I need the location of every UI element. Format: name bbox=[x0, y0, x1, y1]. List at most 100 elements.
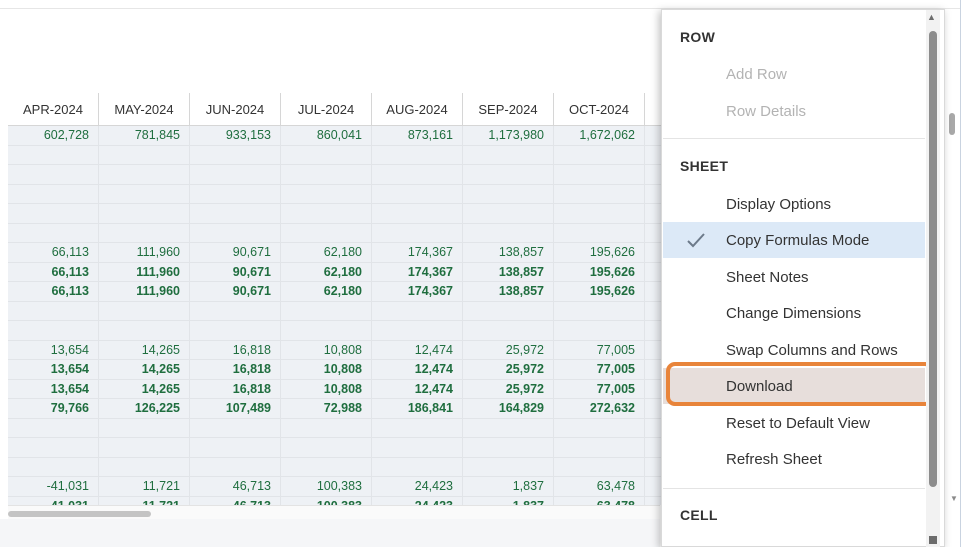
table-cell[interactable]: 11,721 bbox=[99, 477, 190, 496]
table-cell[interactable]: 602,728 bbox=[8, 126, 99, 145]
table-cell[interactable] bbox=[554, 321, 645, 340]
table-cell[interactable]: 90,671 bbox=[190, 282, 281, 301]
table-cell[interactable]: 873,161 bbox=[372, 126, 463, 145]
table-cell[interactable]: 63,478 bbox=[554, 496, 645, 505]
table-cell[interactable]: 126,225 bbox=[99, 399, 190, 418]
table-cell[interactable]: 14,265 bbox=[99, 340, 190, 359]
table-cell[interactable]: 77,005 bbox=[554, 360, 645, 379]
table-cell[interactable]: -41,031 bbox=[8, 477, 99, 496]
table-cell[interactable]: 16,818 bbox=[190, 340, 281, 359]
table-cell[interactable] bbox=[372, 301, 463, 320]
menu-item-refresh-sheet[interactable]: Refresh Sheet bbox=[663, 441, 925, 477]
table-cell[interactable] bbox=[8, 204, 99, 223]
column-header[interactable]: SEP-2024 bbox=[463, 93, 554, 125]
table-cell[interactable]: 933,153 bbox=[190, 126, 281, 145]
table-cell[interactable]: 79,766 bbox=[8, 399, 99, 418]
table-cell[interactable] bbox=[99, 418, 190, 437]
table-cell[interactable]: 111,960 bbox=[99, 262, 190, 281]
table-cell[interactable]: 24,423 bbox=[372, 477, 463, 496]
table-cell[interactable] bbox=[554, 184, 645, 203]
table-cell[interactable] bbox=[8, 301, 99, 320]
table-cell[interactable] bbox=[190, 145, 281, 164]
table-cell[interactable] bbox=[99, 457, 190, 476]
column-header[interactable]: OCT-2024 bbox=[554, 93, 645, 125]
table-cell[interactable]: 11,721 bbox=[99, 496, 190, 505]
table-cell[interactable]: 195,626 bbox=[554, 282, 645, 301]
table-cell[interactable] bbox=[554, 457, 645, 476]
table-cell[interactable]: 63,478 bbox=[554, 477, 645, 496]
table-cell[interactable]: -41,031 bbox=[8, 496, 99, 505]
table-cell[interactable]: 10,808 bbox=[281, 340, 372, 359]
table-cell[interactable] bbox=[190, 223, 281, 242]
table-cell[interactable]: 100,383 bbox=[281, 496, 372, 505]
table-cell[interactable]: 25,972 bbox=[463, 360, 554, 379]
table-cell[interactable]: 66,113 bbox=[8, 262, 99, 281]
grid-vertical-scrollbar-thumb[interactable] bbox=[949, 113, 955, 135]
table-cell[interactable] bbox=[554, 165, 645, 184]
table-cell[interactable]: 138,857 bbox=[463, 282, 554, 301]
table-cell[interactable] bbox=[190, 184, 281, 203]
menu-item-reset-default-view[interactable]: Reset to Default View bbox=[663, 405, 925, 441]
table-cell[interactable]: 111,960 bbox=[99, 282, 190, 301]
table-cell[interactable] bbox=[463, 321, 554, 340]
table-cell[interactable] bbox=[99, 145, 190, 164]
table-cell[interactable] bbox=[190, 321, 281, 340]
column-header[interactable]: AUG-2024 bbox=[372, 93, 463, 125]
table-cell[interactable]: 100,383 bbox=[281, 477, 372, 496]
table-cell[interactable] bbox=[281, 223, 372, 242]
table-cell[interactable]: 164,829 bbox=[463, 399, 554, 418]
menu-item-change-dimensions[interactable]: Change Dimensions bbox=[663, 295, 925, 331]
table-cell[interactable] bbox=[8, 418, 99, 437]
table-cell[interactable]: 14,265 bbox=[99, 360, 190, 379]
table-cell[interactable] bbox=[99, 204, 190, 223]
table-cell[interactable]: 66,113 bbox=[8, 243, 99, 262]
table-cell[interactable]: 195,626 bbox=[554, 262, 645, 281]
table-cell[interactable]: 10,808 bbox=[281, 360, 372, 379]
table-cell[interactable] bbox=[372, 145, 463, 164]
table-cell[interactable]: 186,841 bbox=[372, 399, 463, 418]
table-cell[interactable] bbox=[281, 184, 372, 203]
table-cell[interactable]: 13,654 bbox=[8, 340, 99, 359]
table-cell[interactable] bbox=[190, 204, 281, 223]
column-header[interactable]: JUN-2024 bbox=[190, 93, 281, 125]
table-cell[interactable] bbox=[281, 418, 372, 437]
horizontal-scrollbar[interactable] bbox=[8, 505, 660, 520]
table-cell[interactable] bbox=[554, 204, 645, 223]
table-cell[interactable] bbox=[281, 457, 372, 476]
table-cell[interactable]: 111,960 bbox=[99, 243, 190, 262]
table-cell[interactable]: 138,857 bbox=[463, 262, 554, 281]
table-cell[interactable] bbox=[554, 145, 645, 164]
table-cell[interactable] bbox=[8, 145, 99, 164]
table-cell[interactable] bbox=[99, 301, 190, 320]
table-cell[interactable]: 781,845 bbox=[99, 126, 190, 145]
table-cell[interactable] bbox=[190, 418, 281, 437]
table-cell[interactable] bbox=[372, 457, 463, 476]
table-cell[interactable] bbox=[281, 438, 372, 457]
table-cell[interactable]: 25,972 bbox=[463, 379, 554, 398]
table-cell[interactable]: 46,713 bbox=[190, 496, 281, 505]
table-cell[interactable] bbox=[190, 457, 281, 476]
table-cell[interactable] bbox=[554, 418, 645, 437]
table-cell[interactable]: 272,632 bbox=[554, 399, 645, 418]
table-cell[interactable]: 12,474 bbox=[372, 379, 463, 398]
table-cell[interactable]: 16,818 bbox=[190, 360, 281, 379]
table-cell[interactable] bbox=[463, 438, 554, 457]
table-cell[interactable] bbox=[281, 204, 372, 223]
menu-scrollbar-thumb[interactable] bbox=[929, 31, 937, 487]
table-cell[interactable] bbox=[281, 321, 372, 340]
table-cell[interactable]: 14,265 bbox=[99, 379, 190, 398]
table-cell[interactable]: 66,113 bbox=[8, 282, 99, 301]
table-cell[interactable] bbox=[99, 321, 190, 340]
table-cell[interactable] bbox=[281, 145, 372, 164]
table-cell[interactable]: 62,180 bbox=[281, 243, 372, 262]
table-cell[interactable]: 1,837 bbox=[463, 496, 554, 505]
table-cell[interactable] bbox=[99, 223, 190, 242]
menu-item-copy-formulas-mode[interactable]: Copy Formulas Mode bbox=[663, 222, 925, 258]
table-cell[interactable] bbox=[372, 223, 463, 242]
table-cell[interactable] bbox=[554, 438, 645, 457]
table-cell[interactable] bbox=[463, 301, 554, 320]
table-cell[interactable] bbox=[463, 165, 554, 184]
table-cell[interactable] bbox=[372, 438, 463, 457]
menu-item-display-options[interactable]: Display Options bbox=[663, 186, 925, 222]
table-cell[interactable] bbox=[190, 438, 281, 457]
